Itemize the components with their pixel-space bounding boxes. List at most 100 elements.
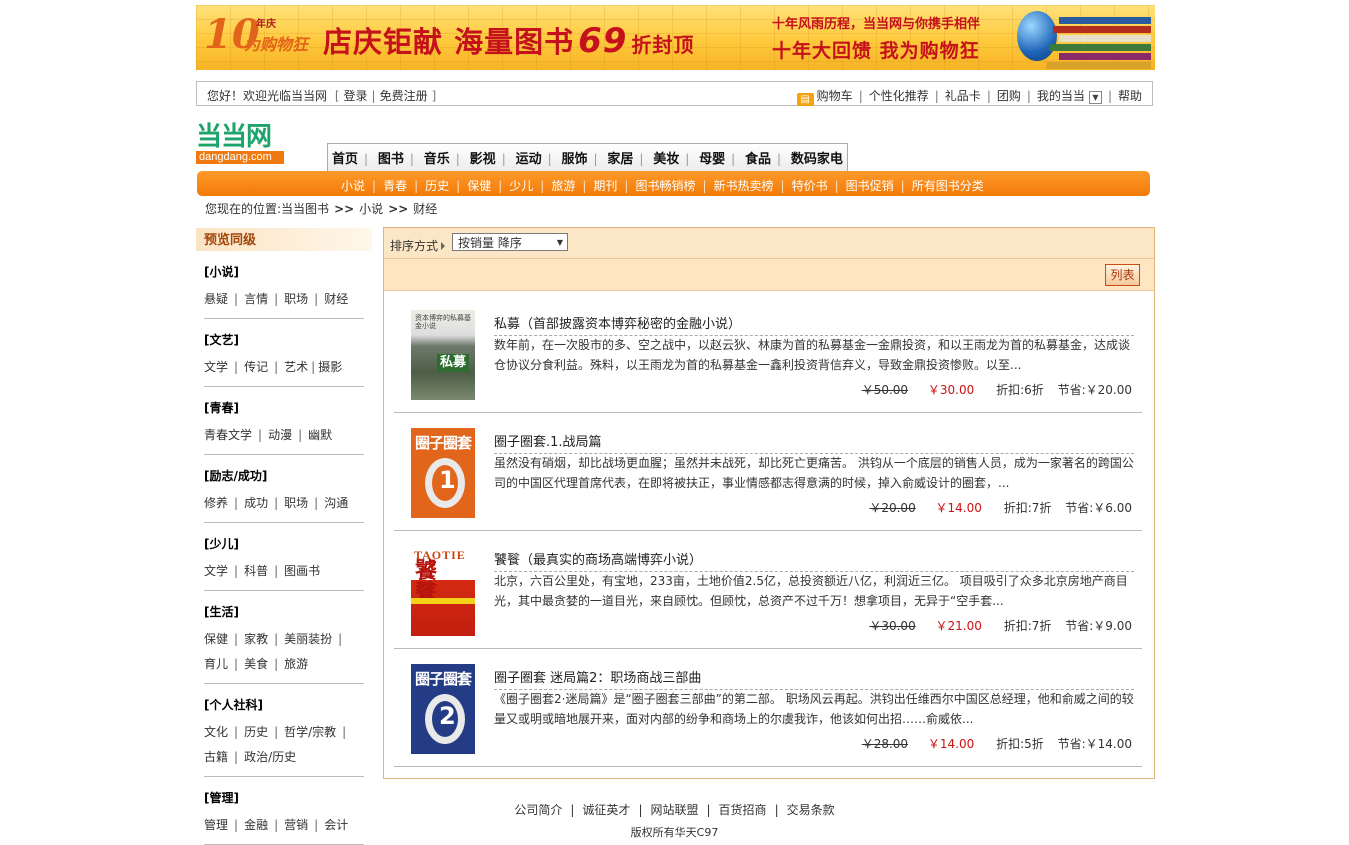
category-link[interactable]: 文化 (204, 725, 228, 739)
subnav-item-bargain[interactable]: 特价书 (792, 179, 828, 193)
book-title-link[interactable]: 圈子圈套.1.战局篇 (494, 431, 1134, 454)
breadcrumb: 您现在的位置:当当图书 >> 小说 >> 财经 (205, 200, 437, 217)
book-cover[interactable]: 圈子圈套 1 (411, 428, 475, 518)
book-description: 北京，六百公里处，有宝地，233亩，土地价值2.5亿，总投资额近八亿，利润近三亿… (494, 574, 1128, 608)
category-link[interactable]: 历史 (244, 725, 268, 739)
breadcrumb-fiction[interactable]: 小说 (359, 202, 383, 216)
category-link[interactable]: 修养 (204, 496, 228, 510)
cover-band (411, 598, 475, 604)
category-link[interactable]: 职场 (284, 496, 308, 510)
category-link[interactable]: 传记 (244, 360, 268, 374)
sidebar-category: [小说] 悬疑 | 言情 | 职场 | 财经 (204, 263, 364, 319)
original-price: ￥20.00 (869, 501, 916, 515)
separator: | (1026, 89, 1031, 103)
separator: | (234, 750, 239, 764)
register-link[interactable]: 免费注册 (380, 89, 428, 103)
subnav-item-bestsellers[interactable]: 图书畅销榜 (635, 179, 695, 193)
category-link[interactable]: 言情 (244, 292, 268, 306)
site-logo[interactable]: 当当网 dangdang.com (196, 123, 288, 165)
category-link[interactable]: 艺术 (284, 360, 308, 374)
category-link[interactable]: 哲学/宗教 (284, 725, 336, 739)
subnav-item-periodicals[interactable]: 期刊 (593, 179, 617, 193)
book-spine (1047, 62, 1151, 69)
separator: | (274, 496, 279, 510)
category-link[interactable]: 动漫 (268, 428, 292, 442)
separator: | (706, 803, 711, 817)
login-link[interactable]: 登录 (344, 89, 368, 103)
category-link[interactable]: 育儿 (204, 657, 228, 671)
footer-link-affiliate[interactable]: 网站联盟 (650, 803, 698, 817)
list-view-button[interactable]: 列表 (1105, 264, 1140, 286)
category-link[interactable]: 成功 (244, 496, 268, 510)
subnav-item-history[interactable]: 历史 (425, 179, 449, 193)
chevron-down-icon[interactable]: ▼ (1088, 91, 1102, 104)
category-link[interactable]: 职场 (284, 292, 308, 306)
discount: 折扣:7折 (1003, 619, 1052, 633)
book-title-link[interactable]: 圈子圈套 迷局篇2：职场商战三部曲 (494, 667, 1134, 690)
sort-select[interactable]: 按销量 降序 ▼ (452, 233, 568, 251)
separator: | (274, 632, 279, 646)
copyright: 版权所有华天C97 (630, 826, 719, 839)
cover-number: 1 (439, 466, 456, 494)
savings: 节省:￥14.00 (1057, 737, 1132, 751)
category-link[interactable]: 图画书 (284, 564, 320, 578)
category-link[interactable]: 政治/历史 (244, 750, 296, 764)
separator: | (314, 292, 319, 306)
book-cover[interactable]: 资本博弈的私募基金小说 私募 (411, 310, 475, 400)
recommend-link[interactable]: 个性化推荐 (869, 89, 929, 103)
sidebar-category: [少儿] 文学 | 科普 | 图画书 (204, 535, 364, 591)
category-link[interactable]: 幽默 (308, 428, 332, 442)
category-link[interactable]: 保健 (204, 632, 228, 646)
cart-link[interactable]: ▤ 购物车 (796, 89, 853, 106)
sale-price: ￥21.00 (935, 619, 982, 633)
list-item: 圈子圈套 2 圈子圈套 迷局篇2：职场商战三部曲 《圈子圈套2·迷局篇》是“圈子… (394, 650, 1142, 767)
category-heading: [少儿] (204, 537, 239, 551)
separator: | (639, 152, 644, 166)
footer-link-merchants[interactable]: 百货招商 (719, 803, 767, 817)
category-link[interactable]: 摄影 (318, 360, 342, 374)
category-link[interactable]: 美食 (244, 657, 268, 671)
giftcard-link[interactable]: 礼品卡 (945, 89, 981, 103)
subnav-item-youth[interactable]: 青春 (383, 179, 407, 193)
category-link[interactable]: 沟通 (324, 496, 348, 510)
footer-link-jobs[interactable]: 诚征英才 (582, 803, 630, 817)
subnav-item-travel[interactable]: 旅游 (551, 179, 575, 193)
separator: | (342, 725, 347, 739)
category-link[interactable]: 旅游 (284, 657, 308, 671)
my-dangdang-link[interactable]: 我的当当 ▼ (1037, 89, 1102, 104)
breadcrumb-books[interactable]: 当当图书 (281, 202, 329, 216)
subnav-item-fiction[interactable]: 小说 (341, 179, 365, 193)
original-price: ￥28.00 (861, 737, 909, 751)
separator: | (314, 496, 319, 510)
book-title-link[interactable]: 饕餮（最真实的商场高端博弈小说） (494, 549, 1134, 572)
book-title-link[interactable]: 私募（首部披露资本博弈秘密的金融小说） (494, 313, 1134, 336)
subnav-item-new-hot[interactable]: 新书热卖榜 (714, 179, 774, 193)
category-link[interactable]: 青春文学 (204, 428, 252, 442)
help-link[interactable]: 帮助 (1118, 89, 1142, 103)
promo-banner[interactable]: 10 年庆 为购物狂 店庆钜献 海量图书 69 折封顶 十年风雨历程，当当网与你携手… (196, 5, 1155, 70)
subnav-item-health[interactable]: 保健 (467, 179, 491, 193)
category-link[interactable]: 财经 (324, 292, 348, 306)
bracket: [ (334, 89, 340, 103)
book-description: 虽然没有硝烟，却比战场更血腥；虽然并未战死，却比死亡更痛苦。 洪钧从一个底层的销… (494, 456, 1134, 490)
subnav-item-children[interactable]: 少儿 (509, 179, 533, 193)
subnav-item-promotions[interactable]: 图书促销 (846, 179, 894, 193)
group-buy-link[interactable]: 团购 (997, 89, 1021, 103)
category-link[interactable]: 美丽装扮 (284, 632, 332, 646)
footer-link-terms[interactable]: 交易条款 (787, 803, 835, 817)
separator: | (834, 179, 839, 193)
category-link[interactable]: 文学 (204, 564, 228, 578)
category-link[interactable]: 文学 (204, 360, 228, 374)
book-spine (1053, 26, 1151, 33)
category-link[interactable]: 悬疑 (204, 292, 228, 306)
book-cover[interactable]: 圈子圈套 2 (411, 664, 475, 754)
footer-link-about[interactable]: 公司简介 (514, 803, 562, 817)
breadcrumb-arrow: >> (334, 202, 355, 216)
subnav-item-all-categories[interactable]: 所有图书分类 (912, 179, 984, 193)
separator: | (234, 632, 239, 646)
top-bar: 您好！欢迎光临当当网 [登录 | 免费注册] ▤ 购物车 | 个性化推荐 | 礼品卡 | 团购 | 我… (196, 81, 1153, 106)
category-link[interactable]: 古籍 (204, 750, 228, 764)
category-link[interactable]: 家教 (244, 632, 268, 646)
category-link[interactable]: 科普 (244, 564, 268, 578)
book-cover[interactable]: TAOTIE 饕餮 (411, 546, 475, 636)
